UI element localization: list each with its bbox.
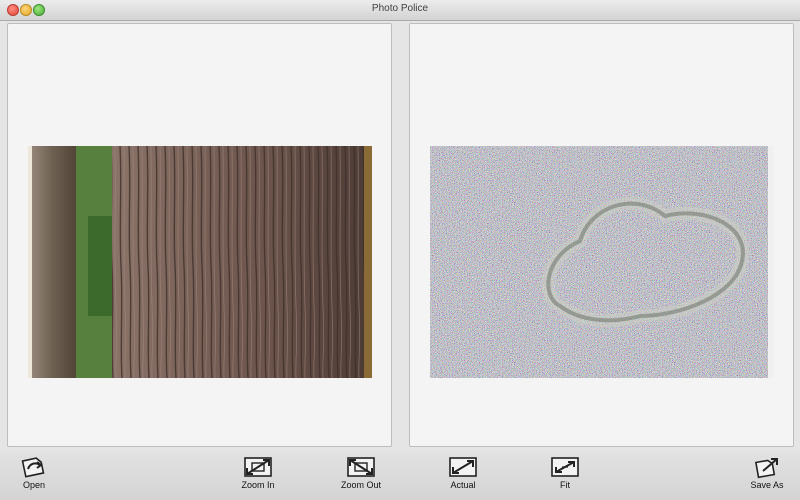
zoom-out-label: Zoom Out: [340, 480, 381, 490]
save-as-label: Save As: [750, 480, 784, 490]
fit-icon: [540, 455, 590, 479]
original-image: [28, 146, 372, 378]
analysis-image-panel[interactable]: [409, 23, 794, 447]
save-as-icon: [742, 455, 792, 479]
zoom-out-icon: [336, 455, 386, 479]
zoom-in-label: Zoom In: [241, 480, 275, 490]
title-bar: Photo Police: [0, 0, 800, 21]
window-title: Photo Police: [371, 3, 429, 14]
fit-label: Fit: [560, 480, 570, 490]
actual-size-label: Actual: [450, 480, 476, 490]
main-content: [0, 21, 800, 451]
zoom-in-button[interactable]: Zoom In: [233, 455, 283, 490]
actual-size-button[interactable]: Actual: [438, 455, 488, 490]
open-button[interactable]: Open: [9, 455, 59, 490]
original-image-panel[interactable]: [7, 23, 392, 447]
zoom-out-button[interactable]: Zoom Out: [336, 455, 386, 490]
open-icon: [9, 455, 59, 479]
analysis-image: [430, 146, 774, 378]
actual-size-icon: [438, 455, 488, 479]
save-as-button[interactable]: Save As: [742, 455, 792, 490]
zoom-in-icon: [233, 455, 283, 479]
open-label: Open: [22, 480, 46, 490]
bottom-toolbar: Open Zoom In Zoom Out Actual Fit Save As: [0, 451, 800, 500]
fit-button[interactable]: Fit: [540, 455, 590, 490]
